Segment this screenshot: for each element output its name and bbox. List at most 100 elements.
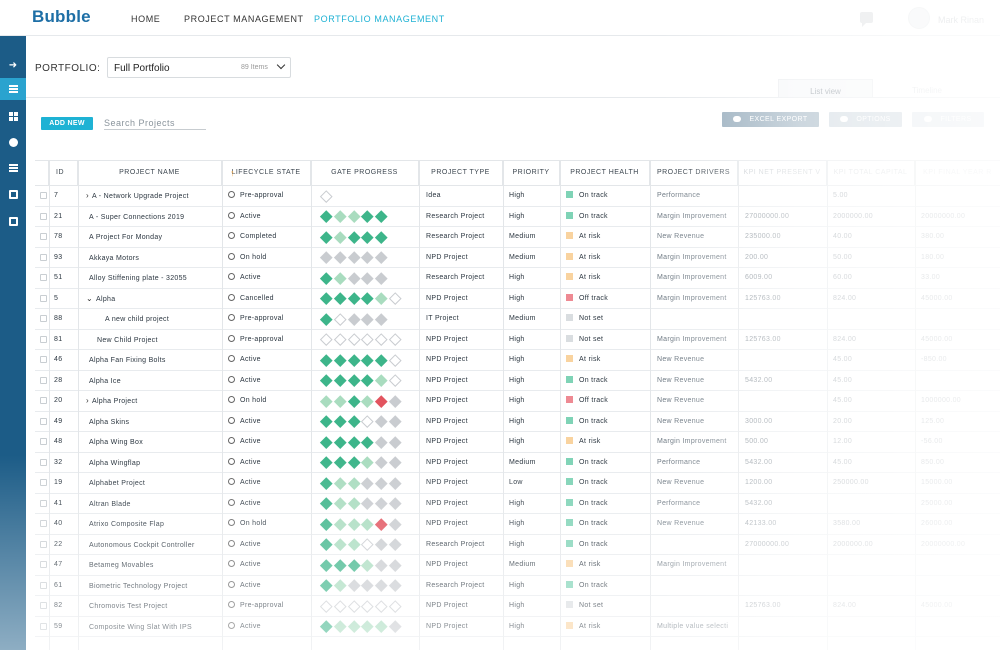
cell-project-name[interactable]: Biometric Technology Project bbox=[86, 576, 220, 596]
table-row[interactable]: 20 › Alpha Project On hold NPD Project High Of… bbox=[35, 391, 1000, 412]
row-checkbox[interactable] bbox=[40, 376, 47, 384]
header-kpi-capital[interactable]: KPI TOTAL CAPITAL bbox=[827, 161, 915, 186]
project-name-text[interactable]: Composite Wing Slat With IPS bbox=[89, 624, 192, 631]
expand-icon[interactable]: › bbox=[86, 396, 89, 405]
cell-project-name[interactable]: › A - Network Upgrade Project bbox=[86, 186, 220, 206]
portfolio-select[interactable]: Full Portfolio 89 Items bbox=[107, 57, 291, 78]
project-name-text[interactable]: A new child project bbox=[105, 316, 169, 323]
table-row[interactable]: 61 Biometric Technology Project Active Rese… bbox=[35, 576, 1000, 596]
table-row[interactable]: 40 Atrixo Composite Flap On hold NPD Projec… bbox=[35, 514, 1000, 535]
cell-project-name[interactable]: Autonomous Cockpit Controller bbox=[86, 535, 220, 555]
project-name-text[interactable]: Alloy Stiffening plate - 32055 bbox=[89, 275, 187, 282]
cell-project-name[interactable]: Altran Blade bbox=[86, 494, 220, 514]
table-row[interactable]: 59 Composite Wing Slat With IPS Active NPD … bbox=[35, 617, 1000, 637]
table-row[interactable]: 5 ⌄ Alpha Cancelled NPD Project High Off track… bbox=[35, 289, 1000, 309]
cell-project-name[interactable]: Atrixo Composite Flap bbox=[86, 514, 220, 534]
project-name-text[interactable]: A - Super Connections 2019 bbox=[89, 214, 184, 221]
table-row[interactable]: 82 Chromovis Test Project Pre-approval NPD … bbox=[35, 596, 1000, 617]
table-row[interactable]: 81 New Child Project Pre-approval NPD Proje… bbox=[35, 330, 1000, 350]
row-checkbox[interactable] bbox=[40, 397, 47, 404]
project-name-text[interactable]: Alphabet Project bbox=[89, 480, 145, 487]
row-checkbox[interactable] bbox=[40, 520, 47, 527]
table-row[interactable]: 19 Alphabet Project Active NPD Project Low On… bbox=[35, 473, 1000, 494]
header-priority[interactable]: PRIORITY bbox=[503, 161, 560, 186]
cell-project-name[interactable]: A Project For Monday bbox=[86, 227, 220, 247]
row-checkbox[interactable] bbox=[40, 581, 47, 589]
row-checkbox[interactable] bbox=[40, 274, 47, 281]
project-name-text[interactable]: Akkaya Motors bbox=[89, 255, 139, 262]
project-name-text[interactable]: Atrixo Composite Flap bbox=[89, 521, 164, 528]
export-icon[interactable] bbox=[0, 210, 26, 232]
checklist-icon[interactable] bbox=[0, 157, 26, 179]
sort-arrow-icon[interactable]: ↑ bbox=[230, 169, 235, 178]
table-row[interactable]: 41 Altran Blade Active NPD Project High On tr… bbox=[35, 494, 1000, 514]
header-drivers[interactable]: PROJECT DRIVERS bbox=[650, 161, 738, 186]
header-id[interactable]: ID bbox=[49, 161, 78, 186]
table-row[interactable]: 32 Alpha Wingflap Active NPD Project Medium O… bbox=[35, 453, 1000, 473]
project-name-text[interactable]: Biometric Technology Project bbox=[89, 583, 188, 590]
cell-project-name[interactable]: Alpha Fan Fixing Bolts bbox=[86, 350, 220, 370]
project-name-text[interactable]: Alpha bbox=[96, 296, 115, 303]
dashboard-icon[interactable] bbox=[0, 105, 26, 127]
cell-project-name[interactable]: › Alpha Project bbox=[86, 391, 220, 411]
row-checkbox[interactable] bbox=[40, 192, 47, 199]
table-row[interactable]: 48 Alpha Wing Box Active NPD Project High At … bbox=[35, 432, 1000, 453]
row-checkbox[interactable] bbox=[40, 294, 47, 302]
app-logo[interactable]: Bubble bbox=[32, 7, 91, 27]
chat-icon[interactable] bbox=[860, 12, 873, 27]
arrow-right-icon[interactable]: ➜ bbox=[0, 54, 26, 76]
cell-project-name[interactable]: Composite Wing Slat With IPS bbox=[86, 617, 220, 637]
collapse-icon[interactable]: ⌄ bbox=[86, 294, 93, 303]
tab-timeline[interactable]: Timeline bbox=[878, 79, 976, 98]
table-row[interactable]: 47 Betameg Movables Active NPD Project Mediu… bbox=[35, 555, 1000, 576]
table-row[interactable]: 49 Alpha Skins Active NPD Project High On tra… bbox=[35, 412, 1000, 432]
project-name-text[interactable]: Altran Blade bbox=[89, 501, 131, 508]
cell-project-name[interactable]: Alloy Stiffening plate - 32055 bbox=[86, 268, 220, 288]
cell-project-name[interactable]: Alphabet Project bbox=[86, 473, 220, 493]
row-checkbox[interactable] bbox=[40, 622, 47, 630]
table-row[interactable]: 22 Autonomous Cockpit Controller Active Res… bbox=[35, 535, 1000, 555]
header-select[interactable] bbox=[35, 161, 49, 186]
edit-list-icon[interactable] bbox=[0, 183, 26, 205]
header-kpi-final[interactable]: KPI FINAL YEAR R bbox=[915, 161, 1000, 186]
excel-export-button[interactable]: EXCEL EXPORT bbox=[722, 112, 819, 127]
list-view-icon[interactable] bbox=[0, 78, 26, 100]
cell-project-name[interactable]: A - Super Connections 2019 bbox=[86, 207, 220, 227]
nav-project-management[interactable]: PROJECT MANAGEMENT bbox=[184, 14, 304, 24]
row-checkbox[interactable] bbox=[40, 479, 47, 486]
cell-project-name[interactable]: Akkaya Motors bbox=[86, 248, 220, 268]
project-name-text[interactable]: Alpha Wingflap bbox=[89, 460, 140, 467]
nav-portfolio-management[interactable]: PORTFOLIO MANAGEMENT bbox=[314, 14, 445, 24]
table-row[interactable]: 21 A - Super Connections 2019 Active Resear… bbox=[35, 207, 1000, 227]
header-type[interactable]: PROJECT TYPE bbox=[419, 161, 503, 186]
table-row[interactable]: 88 A new child project Pre-approval IT Proj… bbox=[35, 309, 1000, 330]
header-health[interactable]: PROJECT HEALTH bbox=[560, 161, 650, 186]
cell-project-name[interactable]: Alpha Wingflap bbox=[86, 453, 220, 473]
cell-project-name[interactable]: Betameg Movables bbox=[86, 555, 220, 575]
expand-icon[interactable]: › bbox=[86, 191, 89, 200]
project-name-text[interactable]: Alpha Wing Box bbox=[89, 439, 143, 446]
project-name-text[interactable]: Alpha Skins bbox=[89, 419, 129, 426]
table-row[interactable]: 28 Alpha Ice Active NPD Project High On track… bbox=[35, 371, 1000, 391]
table-row[interactable]: 93 Akkaya Motors On hold NPD Project Medium A… bbox=[35, 248, 1000, 268]
project-name-text[interactable]: Chromovis Test Project bbox=[89, 603, 167, 610]
row-checkbox[interactable] bbox=[40, 253, 47, 261]
row-checkbox[interactable] bbox=[40, 233, 47, 240]
project-name-text[interactable]: Betameg Movables bbox=[89, 562, 154, 569]
compass-icon[interactable] bbox=[0, 131, 26, 153]
row-checkbox[interactable] bbox=[40, 438, 47, 445]
row-checkbox[interactable] bbox=[40, 356, 47, 363]
avatar[interactable] bbox=[908, 7, 930, 29]
row-checkbox[interactable] bbox=[40, 417, 47, 425]
add-new-button[interactable]: ADD NEW bbox=[41, 117, 93, 130]
options-button[interactable]: OPTIONS bbox=[829, 112, 902, 127]
project-name-text[interactable]: Autonomous Cockpit Controller bbox=[89, 542, 195, 549]
row-checkbox[interactable] bbox=[40, 315, 47, 322]
project-name-text[interactable]: Alpha Ice bbox=[89, 378, 121, 385]
project-name-text[interactable]: Alpha Project bbox=[92, 398, 138, 405]
row-checkbox[interactable] bbox=[40, 499, 47, 507]
project-name-text[interactable]: Alpha Fan Fixing Bolts bbox=[89, 357, 166, 364]
project-name-text[interactable]: New Child Project bbox=[97, 337, 158, 344]
row-checkbox[interactable] bbox=[40, 458, 47, 466]
tab-list-view[interactable]: List view bbox=[778, 79, 873, 98]
